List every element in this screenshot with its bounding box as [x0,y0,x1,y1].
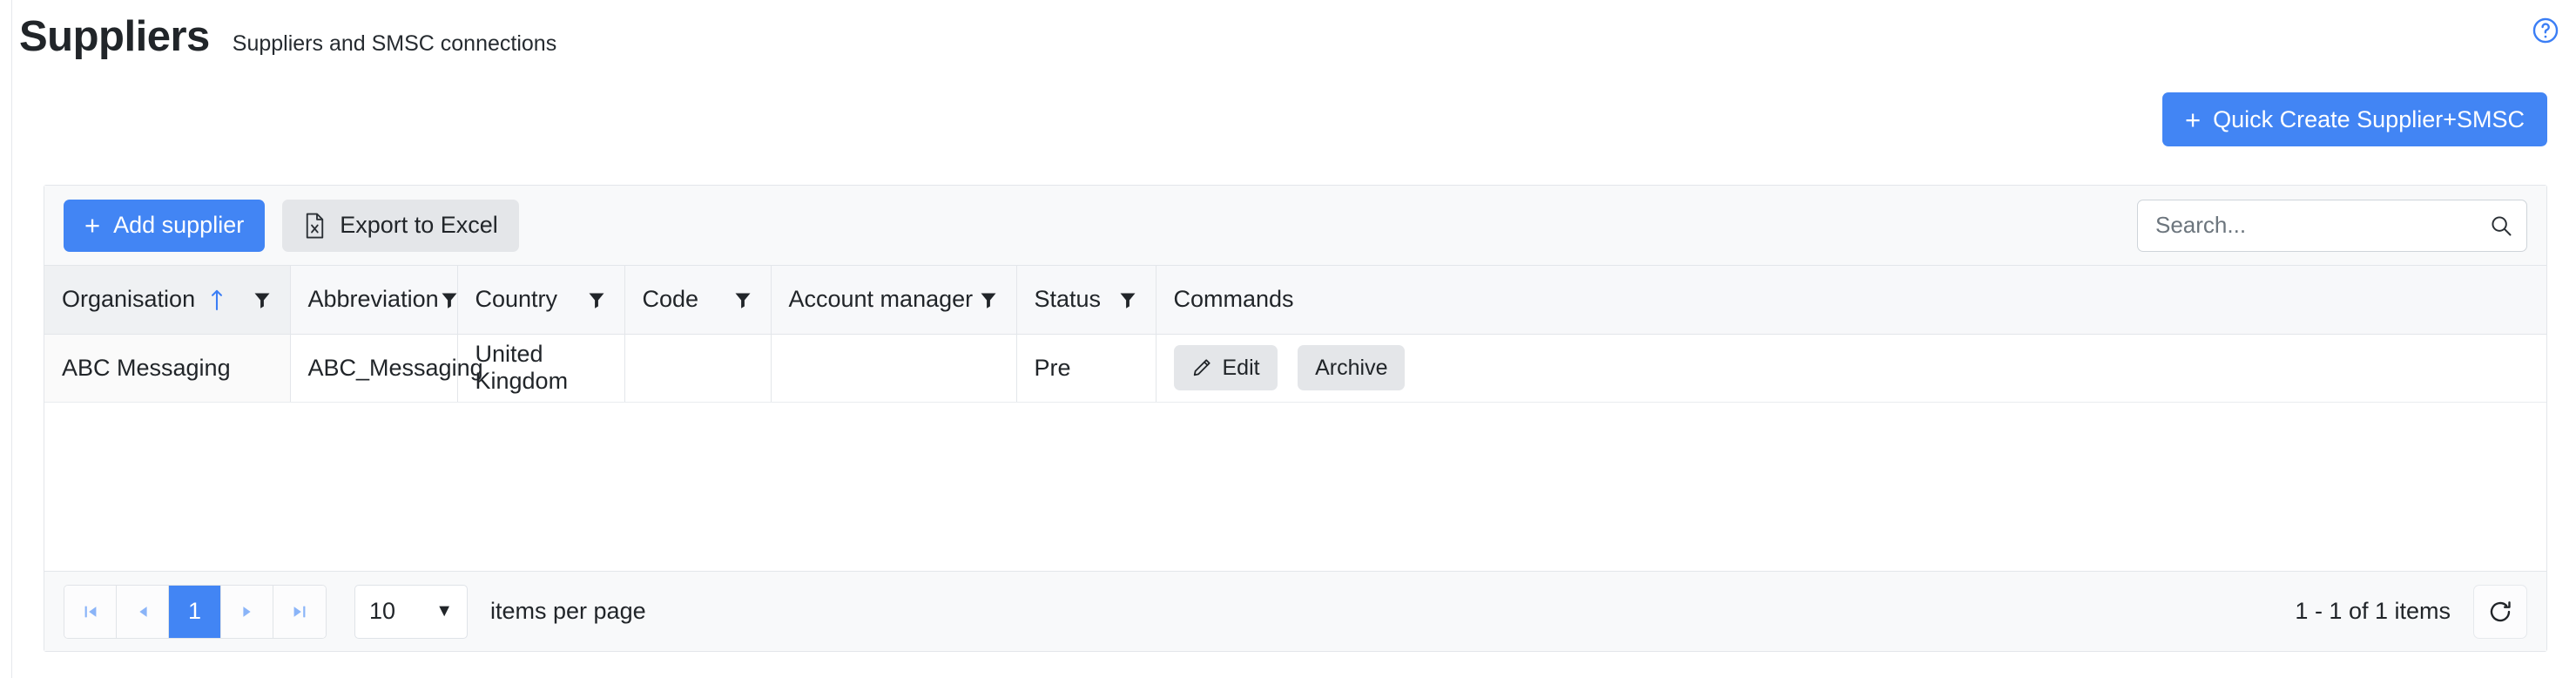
grid-pager: 1 10 ▼ items per page 1 - 1 of 1 items [44,571,2546,651]
next-page-icon[interactable] [221,585,273,638]
cell-status: Pre [1016,334,1157,403]
column-label: Country [475,286,558,313]
add-supplier-button[interactable]: + Add supplier [64,199,266,252]
last-page-icon[interactable] [273,585,326,638]
title-group: Suppliers Suppliers and SMSC connections [0,0,556,58]
export-to-excel-button[interactable]: Export to Excel [282,199,519,252]
edit-label: Edit [1222,355,1260,380]
export-to-excel-label: Export to Excel [340,212,498,238]
cell-country: United Kingdom [457,334,625,403]
cell-commands: Edit Archive [1156,334,2546,403]
quick-create-label: Quick Create Supplier+SMSC [2213,105,2525,132]
quick-create-supplier-smsc-button[interactable]: + Quick Create Supplier+SMSC [2161,92,2547,146]
archive-button[interactable]: Archive [1298,345,1406,390]
column-label: Commands [1173,286,1294,313]
pager-range-text: 1 - 1 of 1 items [2295,598,2451,624]
page-size-value: 10 [369,598,396,624]
first-page-icon[interactable] [64,585,117,638]
page-header: Suppliers Suppliers and SMSC connections [0,0,2576,84]
table-row[interactable]: ABC Messaging ABC_Messaging United Kingd… [44,334,2546,403]
page-subtitle: Suppliers and SMSC connections [232,31,557,56]
column-label: Status [1034,286,1102,313]
edit-button[interactable]: Edit [1173,345,1278,390]
plus-icon: + [84,210,101,241]
column-label: Account manager [788,286,974,313]
page-number-1[interactable]: 1 [169,585,221,638]
grid-toolbar: + Add supplier Export to Excel [44,186,2546,266]
suppliers-table: Organisation Abbreviation Country Code A… [44,266,2546,403]
cell-organisation: ABC Messaging [44,334,291,403]
cell-abbreviation: ABC_Messaging [290,334,483,403]
filter-icon[interactable] [252,289,273,310]
filter-icon[interactable] [1117,289,1138,310]
cell-code [624,334,772,403]
column-header-abbreviation[interactable]: Abbreviation [290,266,460,335]
table-header-row: Organisation Abbreviation Country Code A… [44,266,2546,335]
column-header-account-manager[interactable]: Account manager [771,266,1017,335]
help-circle-icon[interactable] [2531,16,2560,45]
page-title: Suppliers [19,13,210,60]
archive-label: Archive [1315,355,1388,380]
add-supplier-label: Add supplier [113,212,245,238]
search-box [2137,199,2527,252]
refresh-icon[interactable] [2473,584,2527,639]
excel-file-icon [303,213,327,239]
column-label: Code [642,286,699,313]
search-input[interactable] [2137,199,2527,252]
left-edge-rail [0,0,12,678]
column-header-commands: Commands [1156,266,2546,335]
column-header-country[interactable]: Country [457,266,625,335]
page-size-select[interactable]: 10 ▼ [354,584,468,639]
filter-icon[interactable] [732,289,753,310]
column-label: Abbreviation [307,286,439,313]
cell-account-manager [771,334,1017,403]
filter-icon[interactable] [439,289,460,310]
sort-ascending-icon[interactable] [209,288,225,311]
plus-icon: + [2184,104,2202,135]
suppliers-grid: + Add supplier Export to Excel Search...… [44,185,2547,652]
grid-body: Organisation Abbreviation Country Code A… [44,266,2546,571]
column-header-status[interactable]: Status [1016,266,1157,335]
column-header-code[interactable]: Code [624,266,772,335]
pagination-buttons: 1 [64,584,327,639]
column-label: Organisation [62,286,196,313]
pencil-icon [1191,357,1212,378]
filter-icon[interactable] [978,289,999,310]
filter-icon[interactable] [586,289,607,310]
items-per-page-label: items per page [490,598,646,624]
prev-page-icon[interactable] [117,585,169,638]
chevron-down-icon: ▼ [435,601,453,620]
column-header-organisation[interactable]: Organisation [44,266,291,335]
